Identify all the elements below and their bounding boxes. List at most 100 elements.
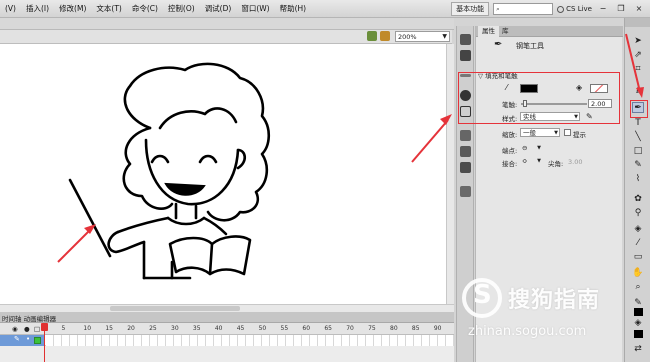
menu-view[interactable]: (V) <box>0 0 21 18</box>
motion-presets-icon[interactable] <box>460 34 471 45</box>
frame-number: 85 <box>411 325 420 332</box>
edit-scene-icon[interactable] <box>367 31 377 41</box>
lasso-tool-icon[interactable]: ℓ <box>632 86 644 97</box>
code-snippets-icon[interactable] <box>460 162 471 173</box>
doc-tab-strip <box>0 18 454 30</box>
subselection-tool-icon[interactable]: ⇗ <box>632 50 644 61</box>
menu-bar: (V) 插入(I) 修改(M) 文本(T) 命令(C) 控制(O) 调试(D) … <box>0 0 650 18</box>
cs-live-label: CS Live <box>566 5 592 13</box>
pen-tool-icon: ✒ <box>494 39 503 50</box>
output-icon[interactable] <box>460 186 471 197</box>
pencil-tool-icon[interactable]: ✎ <box>632 160 644 171</box>
timeline-empty-area <box>0 346 454 362</box>
components-icon[interactable] <box>460 146 471 157</box>
help-search-input[interactable]: ⌕ <box>493 3 554 15</box>
line-tool-icon[interactable]: ╲ <box>632 132 644 143</box>
highlight-fill-stroke-section <box>458 72 620 124</box>
stage-canvas[interactable] <box>0 44 446 304</box>
outline-icon[interactable]: □ <box>34 325 40 333</box>
hint-checkbox[interactable] <box>564 129 571 136</box>
frame-number: 90 <box>433 325 442 332</box>
menu-text[interactable]: 文本(T) <box>91 0 126 18</box>
selection-tool-icon[interactable]: ➤ <box>632 36 644 47</box>
tab-properties[interactable]: 属性 <box>478 26 499 37</box>
search-icon: ⌕ <box>496 4 500 13</box>
chevron-down-icon: ▼ <box>537 145 541 151</box>
pencil-icon: ✎ <box>14 335 20 343</box>
frame-number: 30 <box>171 325 179 332</box>
eraser-tool-icon[interactable]: ▭ <box>632 252 644 263</box>
cap-label: 端点: <box>502 147 518 155</box>
frame-number: 40 <box>214 325 223 332</box>
free-transform-tool-icon[interactable]: ⌗ <box>632 64 644 75</box>
stage-horizontal-scrollbar[interactable] <box>0 304 454 312</box>
deco-tool-icon[interactable]: ✿ <box>632 194 644 205</box>
menu-debug[interactable]: 调试(D) <box>200 0 237 18</box>
chevron-down-icon: ▼ <box>537 158 541 164</box>
history-icon[interactable] <box>460 130 471 141</box>
miter-value[interactable]: 3.00 <box>568 158 582 166</box>
frame-number: 35 <box>192 325 201 332</box>
stage-vertical-scrollbar[interactable] <box>446 44 454 304</box>
frame-number: 60 <box>302 325 311 332</box>
join-round-icon: ≎ <box>522 157 528 165</box>
zoom-value: 200% <box>398 33 417 41</box>
lock-icon[interactable]: ● <box>24 325 30 333</box>
frame-number: 45 <box>236 325 245 332</box>
frame-number: 10 <box>83 325 92 332</box>
timeline-tab-label[interactable]: 时间轴 动画编辑器 <box>2 313 56 323</box>
frame-number: 70 <box>346 325 354 332</box>
eye-icon[interactable]: ◉ <box>12 325 18 333</box>
frame-number: 80 <box>390 325 398 332</box>
frame-number: 5 <box>61 325 66 332</box>
layer-selected[interactable]: ✎ • <box>0 335 45 346</box>
cs-live-icon <box>557 5 565 13</box>
brush-tool-icon[interactable]: ⌇ <box>632 174 644 185</box>
timeline-frames[interactable] <box>46 335 454 346</box>
sogou-watermark: 搜狗指南 zhinan.sogou.com <box>462 278 642 348</box>
timeline-layer-row[interactable]: ✎ • <box>0 335 454 346</box>
scrollbar-thumb[interactable] <box>110 306 240 311</box>
zoom-select[interactable]: 200% ▼ <box>395 31 450 42</box>
layer-dot: • <box>26 335 31 343</box>
text-tool-icon[interactable]: T <box>632 118 644 129</box>
minimize-button[interactable]: − <box>596 3 610 15</box>
edit-bar: 200% ▼ <box>0 30 452 44</box>
eyedropper-tool-icon[interactable]: ⁄ <box>632 238 644 249</box>
hint-label: 提示 <box>573 131 586 139</box>
frame-number: 65 <box>324 325 332 332</box>
scale-dropdown[interactable]: 一般 ▼ <box>520 128 560 137</box>
menu-control[interactable]: 控制(O) <box>163 0 200 18</box>
cs-live-button[interactable]: CS Live <box>557 5 592 13</box>
chevron-down-icon: ▼ <box>442 33 447 40</box>
tools-panel-header <box>625 18 650 27</box>
watermark-brand: 搜狗指南 <box>508 288 601 313</box>
playhead[interactable] <box>44 323 45 362</box>
edit-symbol-icon[interactable] <box>380 31 390 41</box>
align-icon[interactable] <box>460 50 471 61</box>
watermark-url: zhinan.sogou.com <box>468 324 587 339</box>
highlight-pen-tool <box>630 100 648 118</box>
miter-label: 尖角: <box>548 160 564 168</box>
join-label: 接合: <box>502 160 518 168</box>
close-button[interactable]: × <box>632 3 646 15</box>
bone-tool-icon[interactable]: ⚲ <box>632 208 644 219</box>
cap-dropdown[interactable]: ⊖ ▼ <box>520 144 542 153</box>
rectangle-tool-icon[interactable]: □ <box>632 146 644 157</box>
frame-number: 25 <box>149 325 157 332</box>
join-dropdown[interactable]: ≎ ▼ <box>520 157 542 166</box>
tab-library[interactable]: 库 <box>498 26 513 37</box>
menu-modify[interactable]: 修改(M) <box>54 0 91 18</box>
menu-commands[interactable]: 命令(C) <box>127 0 163 18</box>
chevron-down-icon: ▼ <box>554 130 558 136</box>
workspace-switcher[interactable]: 基本功能 <box>451 2 490 16</box>
scale-value: 一般 <box>523 129 536 137</box>
paint-bucket-tool-icon[interactable]: ◈ <box>632 224 644 235</box>
frame-number: 50 <box>258 325 267 332</box>
restore-button[interactable]: ❐ <box>614 3 628 15</box>
girl-drawing <box>57 62 271 280</box>
menu-insert[interactable]: 插入(I) <box>21 0 54 18</box>
menu-window[interactable]: 窗口(W) <box>236 0 274 18</box>
panel-tabs: 属性 库 <box>476 26 623 37</box>
menu-help[interactable]: 帮助(H) <box>275 0 312 18</box>
